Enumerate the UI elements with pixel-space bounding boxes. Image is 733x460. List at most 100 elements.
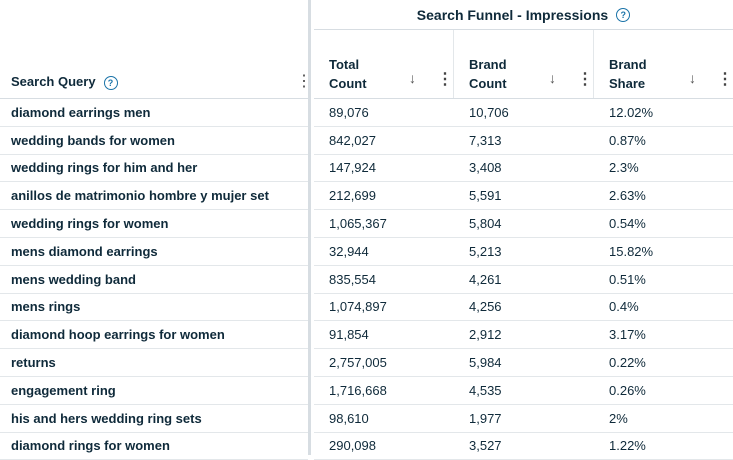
- query-column-header[interactable]: Search Query? ⋮: [0, 0, 312, 99]
- search-query-cell: his and hers wedding ring sets: [11, 410, 202, 426]
- search-query-cell: mens rings: [11, 299, 81, 315]
- brand-share-cell: 2.3%: [609, 160, 639, 176]
- table-row[interactable]: mens rings: [0, 294, 308, 322]
- group-header-title: Search Funnel - Impressions: [416, 6, 609, 23]
- total-count-cell: 290,098: [329, 438, 376, 454]
- brand-count-cell: 4,256: [469, 299, 502, 315]
- total-count-cell: 32,944: [329, 243, 369, 259]
- header-line1: Brand: [609, 57, 647, 72]
- total-count-cell: 1,716,668: [329, 382, 387, 398]
- brand-count-cell: 5,804: [469, 216, 502, 232]
- total-count-cell: 2,757,005: [329, 355, 387, 371]
- brand-count-cell: 3,408: [469, 160, 502, 176]
- search-query-cell: diamond earrings men: [11, 104, 151, 120]
- table-row[interactable]: 1,716,668 4,535 0.26%: [314, 377, 733, 405]
- query-column-label: Search Query: [11, 74, 96, 90]
- total-count-cell: 842,027: [329, 132, 376, 148]
- table-row[interactable]: 98,610 1,977 2%: [314, 405, 733, 433]
- table-row[interactable]: mens diamond earrings: [0, 238, 308, 266]
- table-row[interactable]: 1,074,897 4,256 0.4%: [314, 294, 733, 322]
- metric-headers: Total Count ↓ ⋮ Brand Count ↓ ⋮ Brand Sh…: [314, 30, 733, 99]
- brand-share-cell: 2%: [609, 410, 628, 426]
- group-header: Search Funnel - Impressions ?: [314, 0, 733, 30]
- table-row[interactable]: his and hers wedding ring sets: [0, 405, 308, 433]
- metrics-column-group: Search Funnel - Impressions ? Total Coun…: [314, 0, 733, 460]
- table-row[interactable]: 91,854 2,912 3.17%: [314, 321, 733, 350]
- search-query-cell: anillos de matrimonio hombre y mujer set: [11, 188, 269, 204]
- total-count-cell: 98,610: [329, 410, 369, 426]
- search-query-cell: wedding bands for women: [11, 132, 175, 148]
- table-row[interactable]: 842,027 7,313 0.87%: [314, 127, 733, 155]
- column-menu-icon[interactable]: ⋮: [437, 72, 453, 88]
- header-line2: Count: [469, 76, 507, 91]
- total-count-cell: 1,074,897: [329, 299, 387, 315]
- table-row[interactable]: mens wedding band: [0, 266, 308, 294]
- brand-share-cell: 0.22%: [609, 355, 646, 371]
- total-count-cell: 835,554: [329, 271, 376, 287]
- brand-count-cell: 10,706: [469, 104, 509, 120]
- table-row[interactable]: wedding rings for him and her: [0, 155, 308, 183]
- table-row[interactable]: 290,098 3,527 1.22%: [314, 433, 733, 460]
- brand-share-cell: 0.54%: [609, 216, 646, 232]
- table-row[interactable]: 2,757,005 5,984 0.22%: [314, 349, 733, 377]
- search-query-cell: mens diamond earrings: [11, 243, 158, 259]
- table-row[interactable]: 147,924 3,408 2.3%: [314, 155, 733, 183]
- table-row[interactable]: anillos de matrimonio hombre y mujer set: [0, 182, 308, 211]
- header-line2: Count: [329, 76, 367, 91]
- search-query-cell: diamond rings for women: [11, 438, 170, 454]
- table-row[interactable]: wedding bands for women: [0, 127, 308, 155]
- sort-down-icon[interactable]: ↓: [689, 70, 696, 86]
- table-row[interactable]: 32,944 5,213 15.82%: [314, 238, 733, 266]
- query-column: Search Query? ⋮ diamond earrings men wedd…: [0, 0, 312, 460]
- table-row[interactable]: wedding rings for women: [0, 210, 308, 238]
- header-line2: Share: [609, 76, 646, 91]
- brand-count-cell: 4,535: [469, 382, 502, 398]
- brand-share-cell: 3.17%: [609, 327, 646, 343]
- brand-count-cell: 5,591: [469, 188, 502, 204]
- total-count-cell: 147,924: [329, 160, 376, 176]
- brand-count-cell: 5,984: [469, 355, 502, 371]
- brand-count-cell: 1,977: [469, 410, 502, 426]
- sort-down-icon[interactable]: ↓: [549, 70, 556, 86]
- table-row[interactable]: returns: [0, 349, 308, 377]
- brand-share-cell: 0.51%: [609, 271, 646, 287]
- total-count-header[interactable]: Total Count ↓ ⋮: [314, 30, 454, 98]
- brand-share-cell: 2.63%: [609, 188, 646, 204]
- brand-count-cell: 7,313: [469, 132, 502, 148]
- query-rows: diamond earrings men wedding bands for wo…: [0, 99, 308, 460]
- table-row[interactable]: 89,076 10,706 12.02%: [314, 99, 733, 127]
- sort-down-icon[interactable]: ↓: [409, 70, 416, 86]
- brand-count-header[interactable]: Brand Count ↓ ⋮: [454, 30, 594, 98]
- table-row[interactable]: diamond rings for women: [0, 433, 308, 460]
- brand-count-cell: 4,261: [469, 271, 502, 287]
- search-query-cell: engagement ring: [11, 382, 116, 398]
- column-menu-icon[interactable]: ⋮: [577, 72, 593, 88]
- brand-share-header[interactable]: Brand Share ↓ ⋮: [594, 30, 733, 98]
- search-query-cell: diamond hoop earrings for women: [11, 327, 225, 343]
- help-icon[interactable]: ?: [103, 76, 118, 90]
- search-query-cell: returns: [11, 355, 56, 371]
- brand-count-cell: 5,213: [469, 243, 502, 259]
- table-row[interactable]: diamond earrings men: [0, 99, 308, 127]
- table-row[interactable]: engagement ring: [0, 377, 308, 405]
- search-query-cell: wedding rings for women: [11, 216, 169, 232]
- header-line1: Brand: [469, 57, 507, 72]
- brand-share-cell: 0.26%: [609, 382, 646, 398]
- table-row[interactable]: 835,554 4,261 0.51%: [314, 266, 733, 294]
- brand-share-cell: 15.82%: [609, 243, 654, 259]
- total-count-cell: 91,854: [329, 327, 369, 343]
- total-count-cell: 1,065,367: [329, 216, 387, 232]
- table-row[interactable]: 212,699 5,591 2.63%: [314, 182, 733, 211]
- brand-count-cell: 2,912: [469, 327, 502, 343]
- table-row[interactable]: 1,065,367 5,804 0.54%: [314, 210, 733, 238]
- table-row[interactable]: diamond hoop earrings for women: [0, 321, 308, 350]
- brand-count-cell: 3,527: [469, 438, 502, 454]
- help-icon[interactable]: ?: [616, 7, 631, 22]
- column-menu-icon[interactable]: ⋮: [296, 74, 312, 90]
- header-line1: Total: [329, 57, 360, 72]
- brand-share-cell: 0.87%: [609, 132, 646, 148]
- brand-share-cell: 12.02%: [609, 104, 654, 120]
- column-menu-icon[interactable]: ⋮: [717, 72, 733, 88]
- search-query-cell: wedding rings for him and her: [11, 160, 198, 176]
- total-count-cell: 212,699: [329, 188, 376, 204]
